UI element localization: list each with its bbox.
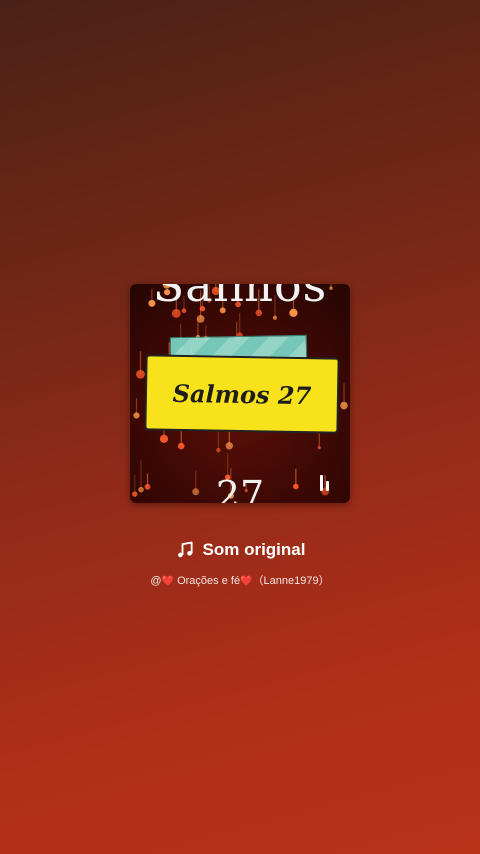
sound-title[interactable]: Som original (0, 540, 480, 560)
decorative-drop (317, 446, 321, 450)
sticky-note-text: Salmos 27 (172, 378, 312, 410)
decorative-drop (159, 434, 169, 443)
decorative-drop (340, 401, 348, 410)
decorative-drop (216, 447, 221, 453)
heart-icon: ❤️ (240, 576, 253, 587)
decorative-drop (272, 315, 278, 320)
author-prefix: @ (150, 575, 162, 587)
author-handle: （Lanne1979） (252, 575, 330, 587)
decorative-drop (225, 442, 234, 450)
decorative-drop (133, 412, 140, 419)
sound-title-text: Som original (202, 540, 306, 559)
album-cover[interactable]: Salmos Salmos 27 27 (130, 284, 350, 503)
music-note-icon (177, 541, 193, 558)
decorative-drop (136, 369, 145, 379)
pause-icon[interactable] (320, 475, 334, 491)
author-line[interactable]: @❤️ Orações e fé❤️（Lanne1979） (0, 572, 480, 588)
decorative-drop (177, 442, 185, 450)
cover-top-text: Salmos (152, 284, 328, 312)
cover-bottom-text: 27 (215, 473, 265, 503)
sticky-note: Salmos 27 (144, 354, 340, 434)
author-name: Orações e fé (174, 575, 241, 587)
heart-icon: ❤️ (161, 576, 175, 587)
